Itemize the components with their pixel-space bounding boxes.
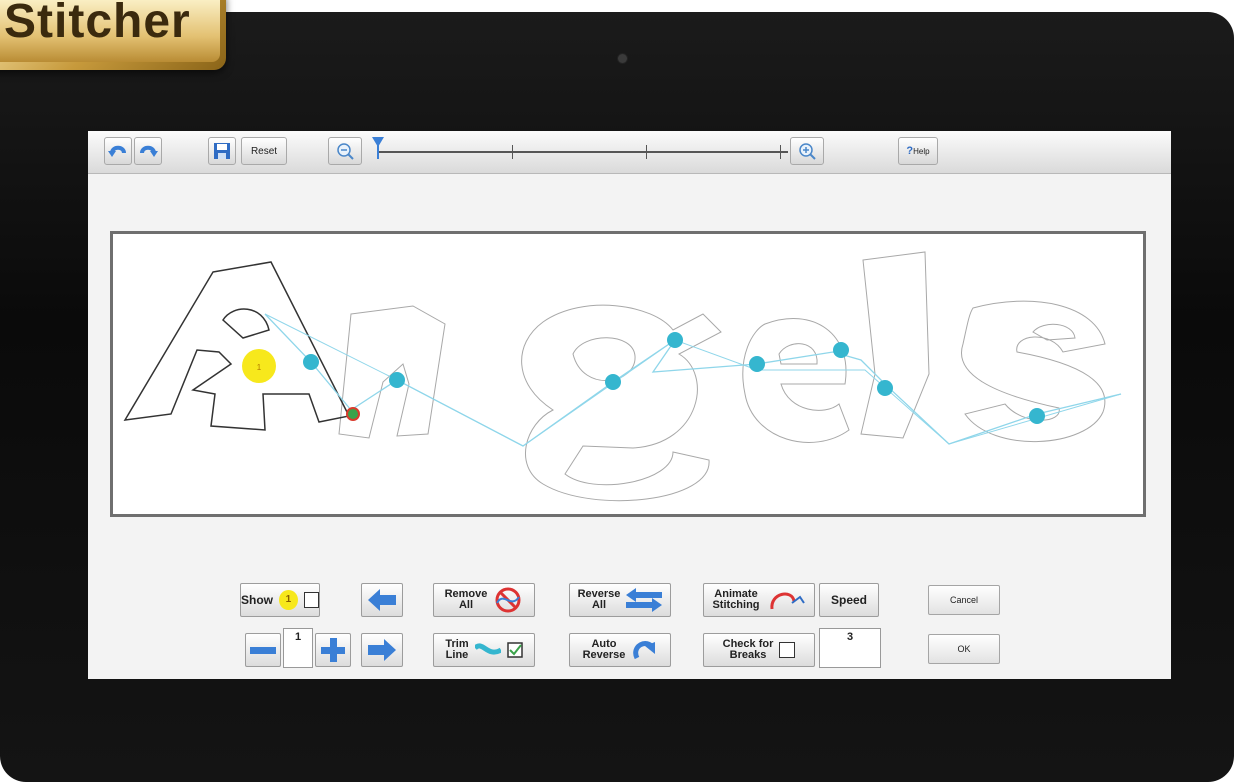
stitch-node xyxy=(749,356,765,372)
ok-label: OK xyxy=(957,644,971,654)
speed-label: Speed xyxy=(830,593,867,607)
stitch-node xyxy=(605,374,621,390)
check-breaks-checkbox[interactable] xyxy=(779,642,796,658)
decrement-button[interactable] xyxy=(245,633,281,667)
animate-stitching-button[interactable]: Animate Stitching xyxy=(703,583,815,617)
check-breaks-line-2: Breaks xyxy=(729,649,767,661)
stitch-node xyxy=(1029,408,1045,424)
brand-logo-text: Stitcher xyxy=(4,0,191,48)
auto-reverse-icon xyxy=(633,641,656,660)
zoom-in-button[interactable] xyxy=(790,137,824,165)
save-icon xyxy=(214,143,230,159)
zoom-slider-track[interactable] xyxy=(378,151,788,153)
reverse-all-line-2: All xyxy=(591,599,607,611)
redo-icon xyxy=(140,145,158,157)
letter-e-outline xyxy=(742,318,850,443)
reverse-arrows-icon xyxy=(626,588,663,612)
undo-icon xyxy=(108,145,126,157)
auto-reverse-button[interactable]: Auto Reverse xyxy=(569,633,671,667)
redo-button[interactable] xyxy=(134,137,162,165)
next-arrow-button[interactable] xyxy=(361,633,403,667)
remove-all-line-2: All xyxy=(458,599,474,611)
stitch-node xyxy=(877,380,893,396)
reset-label: Reset xyxy=(250,145,278,157)
trim-line-icon xyxy=(474,643,501,655)
trim-line-checkbox[interactable] xyxy=(506,642,523,658)
help-icon: ? xyxy=(906,145,914,157)
cancel-button[interactable]: Cancel xyxy=(928,585,1000,615)
start-marker-label: 1 xyxy=(257,363,262,372)
trim-line-control[interactable]: Trim Line xyxy=(433,633,535,667)
toolbar: Reset ? Help xyxy=(88,131,1171,174)
help-label: Help xyxy=(913,146,930,156)
letter-a-outline xyxy=(123,261,351,431)
zoom-out-button[interactable] xyxy=(328,137,362,165)
zoom-slider-tick xyxy=(646,145,647,159)
stitch-node xyxy=(833,342,849,358)
zoom-slider-tick xyxy=(512,145,513,159)
reset-button[interactable]: Reset xyxy=(241,137,287,165)
show-checkbox[interactable] xyxy=(303,592,319,608)
zoom-in-icon xyxy=(799,143,816,160)
animate-line-2: Stitching xyxy=(712,599,760,611)
undo-button[interactable] xyxy=(104,137,132,165)
zoom-slider-tick xyxy=(780,145,781,159)
remove-all-icon xyxy=(495,587,521,613)
check-for-breaks-control[interactable]: Check for Breaks xyxy=(703,633,815,667)
arrow-left-icon xyxy=(368,589,396,611)
arrow-right-icon xyxy=(368,639,396,661)
stitch-path-drawing: 1 xyxy=(123,251,1122,502)
cancel-label: Cancel xyxy=(949,595,978,605)
speed-button[interactable]: Speed xyxy=(819,583,879,617)
end-marker xyxy=(346,407,360,421)
letter-g-outline xyxy=(521,304,722,502)
help-button[interactable]: ? Help xyxy=(898,137,938,165)
trim-line-2: Line xyxy=(445,649,469,661)
letter-e-counter xyxy=(778,343,818,365)
zoom-out-icon xyxy=(337,143,354,160)
animate-icon xyxy=(770,592,805,610)
increment-button[interactable] xyxy=(315,633,351,667)
previous-arrow-button[interactable] xyxy=(361,583,403,617)
letter-l-outline xyxy=(860,251,930,439)
design-canvas[interactable]: 1 xyxy=(110,231,1146,517)
save-button[interactable] xyxy=(208,137,236,165)
zoom-slider-thumb[interactable] xyxy=(372,137,384,159)
show-badge: 1 xyxy=(279,590,298,610)
app-window: Reset ? Help 1 Show 1 Remove All Reverse… xyxy=(88,131,1171,679)
stitch-node xyxy=(667,332,683,348)
step-value-field[interactable]: 1 xyxy=(283,628,313,668)
minus-icon xyxy=(250,647,276,654)
remove-all-button[interactable]: Remove All xyxy=(433,583,535,617)
camera-icon xyxy=(618,54,627,63)
auto-reverse-line-2: Reverse xyxy=(582,649,626,661)
stitch-node xyxy=(389,372,405,388)
show-order-control[interactable]: Show 1 xyxy=(240,583,320,617)
show-label: Show xyxy=(241,593,273,607)
ok-button[interactable]: OK xyxy=(928,634,1000,664)
breaks-value-field[interactable]: 3 xyxy=(819,628,881,668)
plus-icon xyxy=(321,638,345,662)
letter-a-counter xyxy=(222,308,270,339)
stitch-node xyxy=(303,354,319,370)
reverse-all-button[interactable]: Reverse All xyxy=(569,583,671,617)
brand-logo: Stitcher xyxy=(0,0,226,70)
